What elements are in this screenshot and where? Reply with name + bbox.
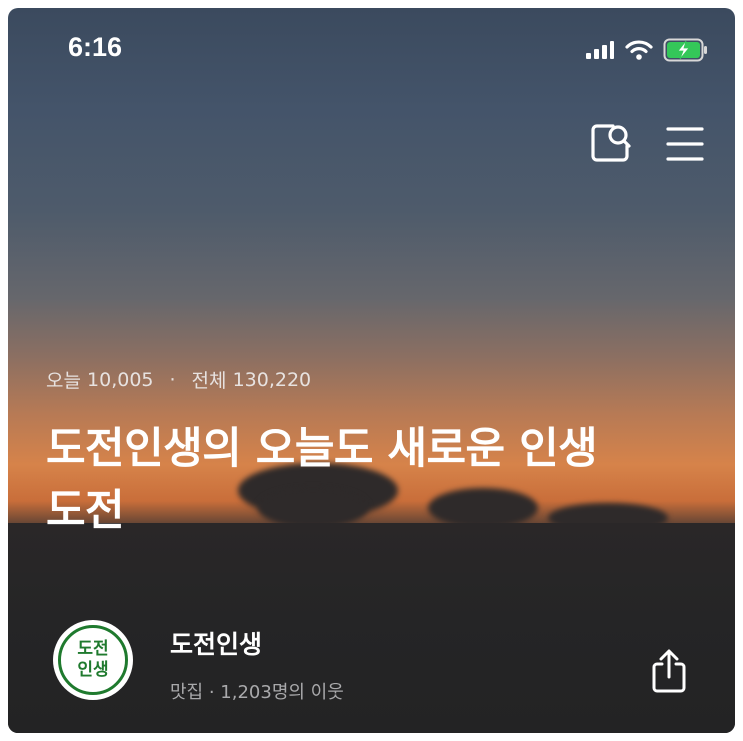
share-button[interactable] xyxy=(649,648,689,698)
menu-button[interactable] xyxy=(665,124,705,168)
search-icon xyxy=(591,124,631,162)
blog-title-line-1: 도전인생의 오늘도 새로운 인생 xyxy=(46,424,598,474)
visitor-stats: 오늘 10,005 · 전체 130,220 xyxy=(46,366,311,393)
blog-name[interactable]: 도전인생 xyxy=(170,625,262,661)
status-time: 6:16 xyxy=(68,32,123,62)
stats-separator: · xyxy=(169,368,176,391)
avatar-text-line-2: 인생 xyxy=(77,660,109,680)
total-count: 130,220 xyxy=(232,368,312,391)
signal-icon xyxy=(586,41,614,59)
avatar-logo: 도전 인생 xyxy=(58,625,128,695)
menu-icon xyxy=(666,127,704,161)
blog-title: 도전인생의 오늘도 새로운 인생 도전 xyxy=(46,418,716,542)
today-label: 오늘 xyxy=(46,370,81,392)
blog-avatar[interactable]: 도전 인생 xyxy=(53,620,133,700)
share-icon xyxy=(652,649,686,693)
today-count: 10,005 xyxy=(87,368,154,391)
search-button[interactable] xyxy=(589,120,633,168)
wifi-icon xyxy=(625,40,653,60)
status-icons xyxy=(585,38,709,62)
blog-meta: 맛집 · 1,203명의 이웃 xyxy=(170,682,344,703)
avatar-text-line-1: 도전 xyxy=(77,639,109,659)
total-label: 전체 xyxy=(191,370,227,392)
battery-charging-icon xyxy=(663,38,707,62)
blog-title-line-2: 도전 xyxy=(46,486,125,536)
blog-cover: 6:16 오늘 10,005 · 전체 130,220 도전인생의 오늘도 새로… xyxy=(8,8,735,733)
